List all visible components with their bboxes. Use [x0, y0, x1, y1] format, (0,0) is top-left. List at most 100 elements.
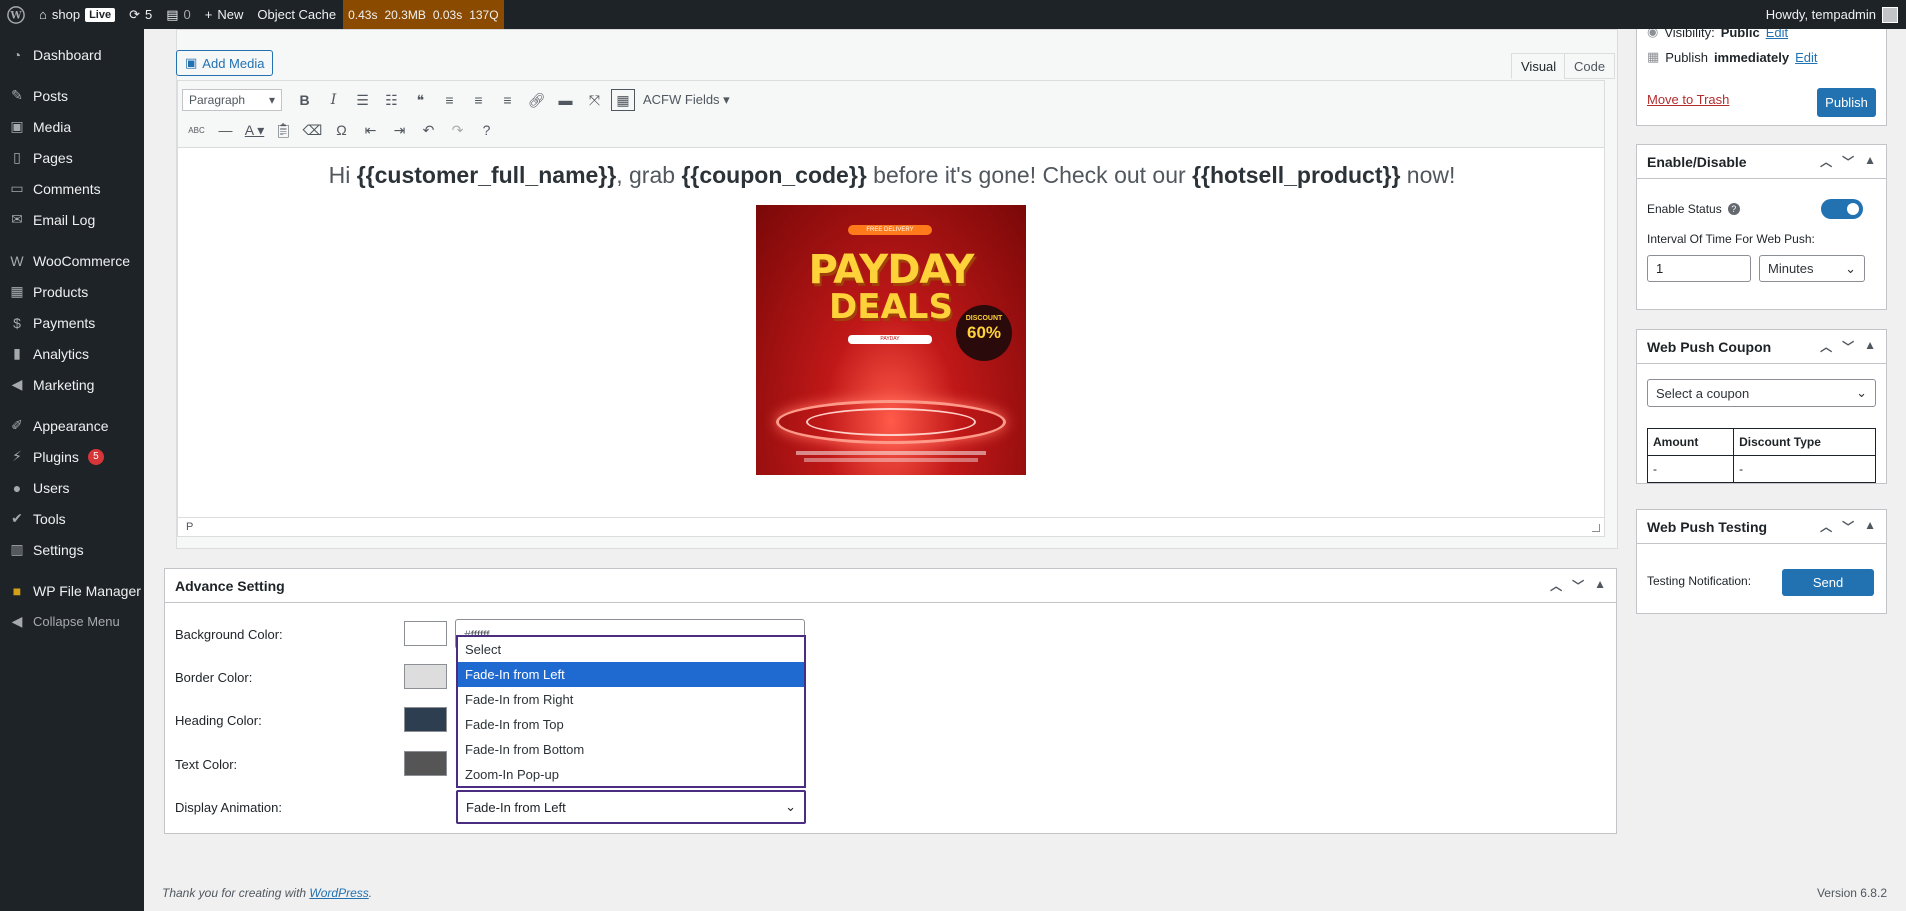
sidebar-item-comments[interactable]: ▭ Comments — [0, 173, 144, 204]
interval-label: Interval Of Time For Web Push: — [1647, 232, 1815, 246]
chevron-up-icon[interactable]: ︿ — [1820, 518, 1832, 535]
chevron-up-icon[interactable]: ︿ — [1550, 577, 1562, 594]
collapse-menu-button[interactable]: ◀ Collapse Menu — [0, 606, 144, 637]
bold-icon[interactable]: B — [290, 87, 319, 113]
sidebar-item-users[interactable]: ● Users — [0, 472, 144, 503]
italic-icon[interactable]: I — [319, 87, 348, 113]
sidebar-item-payments[interactable]: $ Payments — [0, 307, 144, 338]
border-color-swatch[interactable] — [404, 664, 447, 689]
sidebar-item-analytics[interactable]: ▮ Analytics — [0, 338, 144, 369]
align-left-icon[interactable]: ≡ — [435, 87, 464, 113]
site-name-link[interactable]: ⌂ shop Live — [32, 0, 122, 29]
sidebar-item-settings[interactable]: ▥ Settings — [0, 534, 144, 565]
sidebar-item-tools[interactable]: ✔ Tools — [0, 503, 144, 534]
help-icon[interactable]: ? — [472, 117, 501, 143]
toggle-panel-icon[interactable]: ▲ — [1864, 153, 1876, 170]
animation-option[interactable]: Fade-In from Right — [458, 687, 804, 712]
animation-option[interactable]: Zoom-In Pop-up — [458, 762, 804, 787]
help-icon[interactable]: ? — [1727, 203, 1740, 215]
wordpress-link[interactable]: WordPress — [309, 886, 368, 900]
add-media-icon: ▣ — [185, 55, 198, 70]
my-account-link[interactable]: Howdy, tempadmin — [1766, 6, 1906, 23]
toolbar-toggle-icon[interactable]: ▦ — [611, 89, 635, 111]
sidebar-item-appearance[interactable]: ✐ Appearance — [0, 410, 144, 441]
animation-option[interactable]: Fade-In from Top — [458, 712, 804, 737]
comments-link[interactable]: ▤ 0 — [159, 0, 198, 29]
heading-color-swatch[interactable] — [404, 707, 447, 732]
read-more-icon[interactable]: ▬ — [551, 87, 580, 113]
resize-handle-icon[interactable] — [1592, 524, 1600, 532]
display-animation-select[interactable]: Fade-In from Left ⌄ — [456, 790, 806, 824]
chevron-down-icon[interactable]: ﹀ — [1572, 577, 1584, 594]
indent-icon[interactable]: ⇥ — [385, 117, 414, 143]
sidebar-item-email-log[interactable]: ✉ Email Log — [0, 204, 144, 235]
format-select[interactable]: Paragraph ▾ — [182, 89, 282, 111]
fullscreen-icon[interactable]: ⤧ — [580, 87, 609, 113]
chevron-up-icon[interactable]: ︿ — [1820, 153, 1832, 170]
toggle-panel-icon[interactable]: ▲ — [1594, 577, 1606, 594]
send-button[interactable]: Send — [1782, 569, 1874, 596]
chevron-down-icon[interactable]: ﹀ — [1842, 338, 1854, 355]
sidebar-item-products[interactable]: ▦ Products — [0, 276, 144, 307]
sidebar-item-woocommerce[interactable]: W WooCommerce — [0, 245, 144, 276]
redo-icon[interactable]: ↷ — [443, 117, 472, 143]
object-cache-link[interactable]: Object Cache — [250, 0, 343, 29]
paste-text-icon[interactable]: 📋︎ — [269, 117, 298, 143]
enable-status-toggle[interactable] — [1821, 199, 1863, 219]
coupon-select[interactable]: Select a coupon ⌄ — [1647, 379, 1876, 407]
interval-unit-select[interactable]: Minutes ⌄ — [1759, 255, 1865, 282]
publish-date-edit-link[interactable]: Edit — [1795, 50, 1817, 65]
bullet-list-icon[interactable]: ☰ — [348, 87, 377, 113]
background-color-swatch[interactable] — [404, 621, 447, 646]
numbered-list-icon[interactable]: ☷ — [377, 87, 406, 113]
animation-option-selected[interactable]: Fade-In from Left — [458, 662, 804, 687]
outdent-icon[interactable]: ⇤ — [356, 117, 385, 143]
toggle-panel-icon[interactable]: ▲ — [1864, 518, 1876, 535]
sidebar-item-media[interactable]: ▣ Media — [0, 111, 144, 142]
acfw-fields-dropdown[interactable]: ACFW Fields ▾ — [637, 92, 736, 108]
sidebar-item-pages[interactable]: ▯ Pages — [0, 142, 144, 173]
promo-image[interactable]: FREE DELIVERY PAYDAY DEALS DISCOUNT 60% P… — [756, 205, 1026, 475]
text-color-swatch[interactable] — [404, 751, 447, 776]
interval-input[interactable]: 1 — [1647, 255, 1751, 282]
plugins-update-badge: 5 — [87, 448, 104, 465]
text-color-icon[interactable]: A ▾ — [240, 117, 269, 143]
admin-menu: ◔ Dashboard ✎ Posts ▣ Media ▯ Pages ▭ Comment… — [0, 29, 144, 911]
tab-code[interactable]: Code — [1564, 53, 1616, 79]
sidebar-item-marketing[interactable]: ◀ Marketing — [0, 369, 144, 400]
sidebar-item-posts[interactable]: ✎ Posts — [0, 80, 144, 111]
collapse-icon: ◀ — [11, 613, 23, 629]
content-paragraph[interactable]: Hi {{customer_full_name}}, grab {{coupon… — [178, 162, 1606, 189]
query-monitor-stats[interactable]: 0.43s 20.3MB 0.03s 137Q — [343, 0, 504, 29]
wordpress-logo-icon[interactable]: W — [0, 0, 32, 29]
horizontal-line-icon[interactable]: — — [211, 117, 240, 143]
align-right-icon[interactable]: ≡ — [493, 87, 522, 113]
publish-button[interactable]: Publish — [1817, 88, 1876, 117]
advance-setting-box: Advance Setting ︿ ﹀ ▲ Background Color: Bo… — [164, 568, 1617, 834]
strikethrough-icon[interactable]: ABC — [182, 117, 211, 143]
clear-formatting-icon[interactable]: ⌫ — [298, 117, 327, 143]
animation-option[interactable]: Fade-In from Bottom — [458, 737, 804, 762]
chevron-down-icon[interactable]: ﹀ — [1842, 518, 1854, 535]
blockquote-icon[interactable]: ❝ — [406, 87, 435, 113]
add-media-button[interactable]: ▣ Add Media — [176, 50, 274, 76]
pages-icon: ▯ — [13, 149, 21, 165]
move-to-trash-link[interactable]: Move to Trash — [1647, 92, 1729, 107]
sidebar-item-plugins[interactable]: ⚡ Plugins 5 — [0, 441, 144, 472]
sidebar-item-wp-file-manager[interactable]: ■ WP File Manager — [0, 575, 144, 606]
animation-option[interactable]: Select — [458, 637, 804, 662]
calendar-icon: ▦ — [1647, 49, 1660, 64]
new-content-link[interactable]: + New — [198, 0, 251, 29]
chevron-up-icon[interactable]: ︿ — [1820, 338, 1832, 355]
tab-visual[interactable]: Visual — [1511, 53, 1567, 79]
special-character-icon[interactable]: Ω — [327, 117, 356, 143]
sidebar-item-dashboard[interactable]: ◔ Dashboard — [0, 39, 144, 70]
link-icon[interactable]: 🔗︎ — [522, 87, 551, 113]
undo-icon[interactable]: ↶ — [414, 117, 443, 143]
toggle-panel-icon[interactable]: ▲ — [1864, 338, 1876, 355]
dashboard-icon: ◔ — [12, 46, 22, 63]
editor-content[interactable]: Hi {{customer_full_name}}, grab {{coupon… — [177, 148, 1605, 517]
updates-link[interactable]: ⟳ 5 — [122, 0, 159, 29]
chevron-down-icon[interactable]: ﹀ — [1842, 153, 1854, 170]
align-center-icon[interactable]: ≡ — [464, 87, 493, 113]
